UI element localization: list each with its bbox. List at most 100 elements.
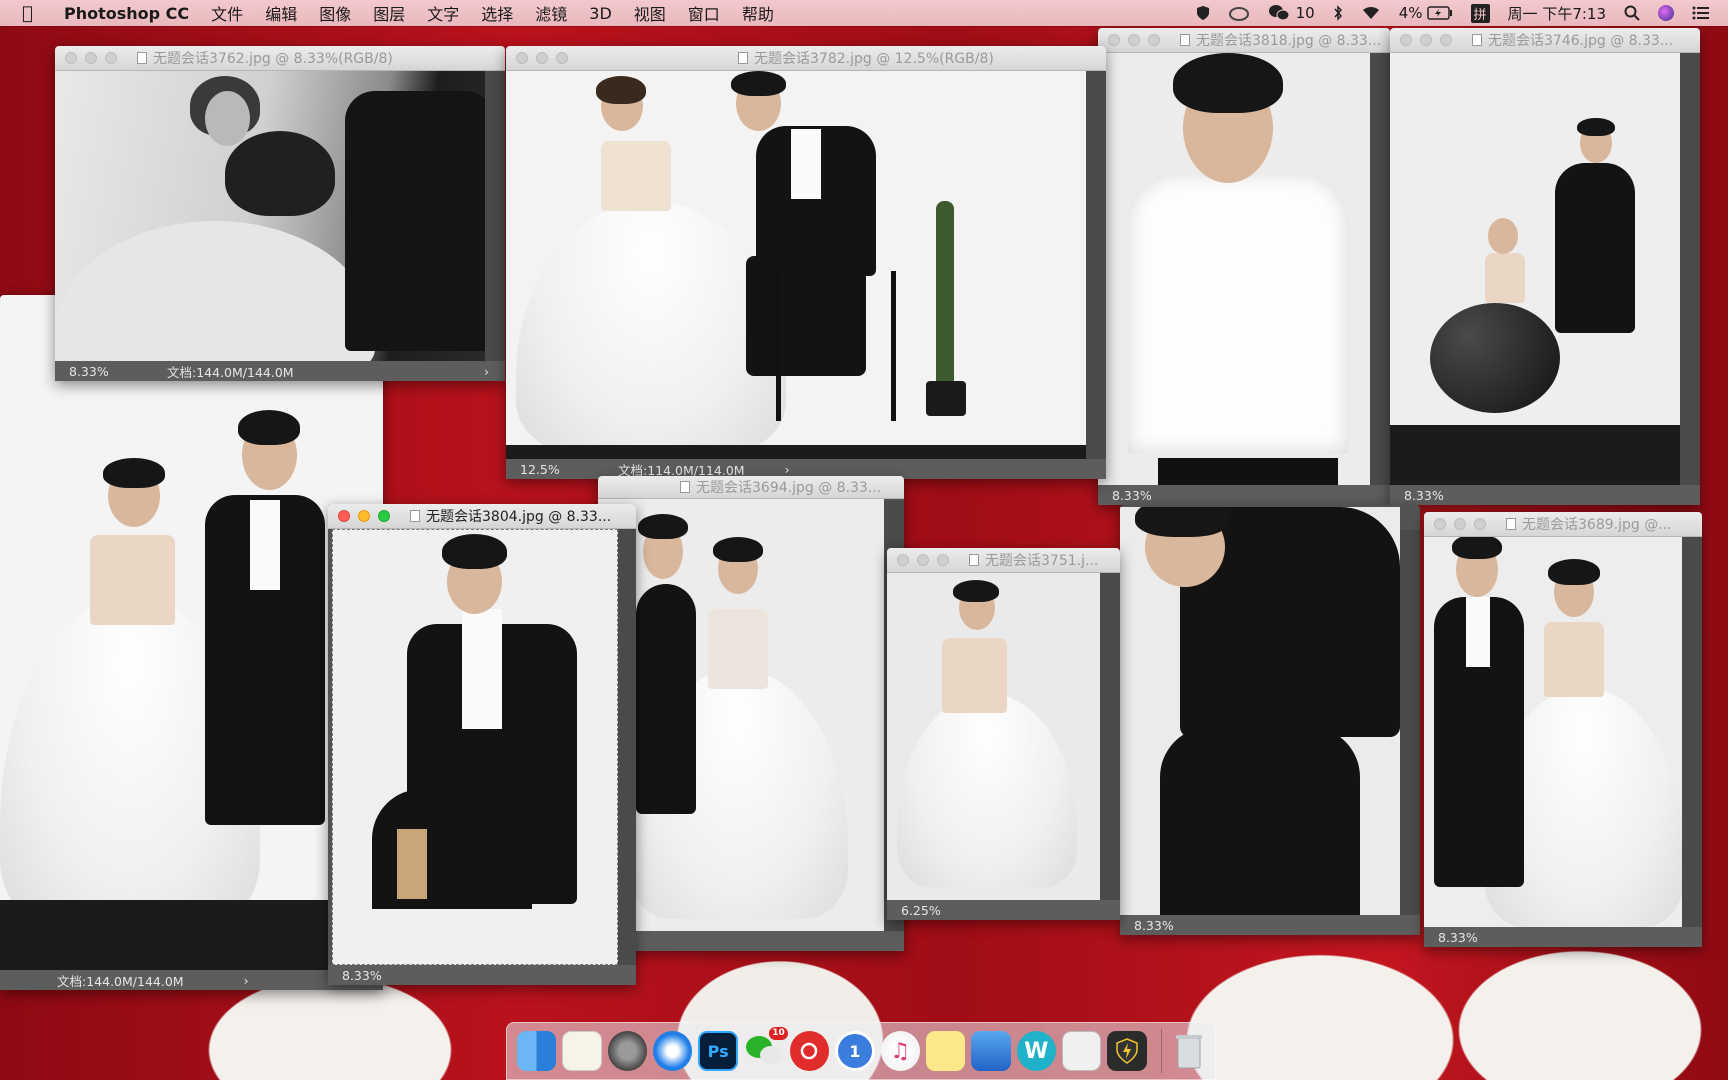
photo-window-3782[interactable]: 无题会话3782.jpg @ 12.5%(RGB/8) 12.5% 文档:114… — [506, 46, 1106, 479]
zoom-level[interactable]: 8.33% — [1112, 488, 1202, 503]
minimize-button[interactable] — [1128, 34, 1140, 46]
zoom-button[interactable] — [378, 510, 390, 522]
minimize-button[interactable] — [1420, 34, 1432, 46]
input-method[interactable]: 拼 — [1470, 3, 1490, 23]
vertical-scrollbar[interactable] — [1680, 53, 1700, 485]
window-title-bar[interactable]: 无题会话3694.jpg @ 8.33... — [598, 476, 904, 499]
shield-status-icon[interactable] — [1196, 5, 1210, 21]
zoom-level[interactable]: 8.33% — [1404, 488, 1494, 503]
close-button[interactable] — [1434, 518, 1446, 530]
spotlight-search-icon[interactable] — [1624, 5, 1640, 21]
netease-music-icon[interactable] — [789, 1031, 830, 1071]
photo-window-3751[interactable]: 无题会话3751.j... 6.25% — [887, 548, 1120, 920]
zoom-level[interactable]: 12.5% — [520, 462, 610, 477]
photo-window-3694[interactable]: 无题会话3694.jpg @ 8.33... % — [598, 476, 904, 951]
zoom-button[interactable] — [937, 554, 949, 566]
zoom-button[interactable] — [556, 52, 568, 64]
close-button[interactable] — [65, 52, 77, 64]
photo-window-3762[interactable]: 无题会话3762.jpg @ 8.33%(RGB/8) 8.33% 文档:144… — [55, 46, 505, 381]
photo-window-3746[interactable]: 无题会话3746.jpg @ 8.33... 8.33% — [1390, 28, 1700, 505]
close-button[interactable] — [897, 554, 909, 566]
window-title-bar[interactable]: 无题会话3689.jpg @... — [1424, 512, 1702, 537]
photo-canvas[interactable] — [1424, 537, 1682, 927]
minimize-button[interactable] — [358, 510, 370, 522]
zoom-level[interactable]: 8.33% — [1438, 930, 1528, 945]
system-preferences-icon[interactable] — [607, 1031, 648, 1071]
vertical-scrollbar[interactable] — [1400, 530, 1420, 915]
photo-canvas[interactable] — [1120, 507, 1400, 915]
photo-canvas[interactable] — [506, 71, 1086, 459]
window-title-bar[interactable]: 无题会话3782.jpg @ 12.5%(RGB/8) — [506, 46, 1106, 71]
zoom-level[interactable]: 8.33% — [69, 364, 159, 379]
window-title-bar[interactable]: 无题会话3762.jpg @ 8.33%(RGB/8) — [55, 46, 505, 71]
creative-cloud-icon[interactable] — [1228, 5, 1250, 21]
photo-canvas[interactable] — [887, 573, 1100, 900]
close-button[interactable] — [516, 52, 528, 64]
menu-3d[interactable]: 3D — [589, 4, 612, 23]
zoom-button[interactable] — [1474, 518, 1486, 530]
preview-icon[interactable] — [1061, 1031, 1102, 1071]
keynote-icon[interactable] — [971, 1031, 1011, 1071]
photoshop-icon[interactable]: Ps — [698, 1031, 738, 1071]
window-title-bar[interactable]: 无题会话3751.j... — [887, 548, 1120, 573]
menu-select[interactable]: 选择 — [481, 1, 513, 25]
close-button[interactable] — [1108, 34, 1120, 46]
menu-file[interactable]: 文件 — [211, 1, 243, 25]
battery-status[interactable]: 4% — [1399, 4, 1453, 22]
apple-menu-icon[interactable]:  — [22, 3, 48, 24]
vpn-shield-icon[interactable] — [1107, 1031, 1147, 1071]
minimize-button[interactable] — [1454, 518, 1466, 530]
photo-window-leaning-man[interactable]: 8.33% — [1120, 505, 1420, 935]
menu-help[interactable]: 帮助 — [742, 1, 774, 25]
safari-icon[interactable] — [653, 1031, 693, 1071]
photo-canvas[interactable] — [1390, 53, 1680, 485]
close-button[interactable] — [1400, 34, 1412, 46]
minimize-button[interactable] — [536, 52, 548, 64]
zoom-button[interactable] — [105, 52, 117, 64]
photo-window-3818[interactable]: 无题会话3818.jpg @ 8.33... 8.33% — [1098, 28, 1390, 505]
minimize-button[interactable] — [917, 554, 929, 566]
bluetooth-icon[interactable] — [1333, 5, 1343, 21]
status-menu-arrow[interactable]: › — [785, 462, 790, 477]
photo-canvas[interactable] — [1098, 53, 1370, 485]
menu-layer[interactable]: 图层 — [373, 1, 405, 25]
photo-canvas[interactable] — [0, 295, 383, 970]
trash-icon[interactable] — [1170, 1031, 1209, 1071]
siri-icon[interactable] — [1658, 5, 1674, 21]
photo-canvas[interactable] — [332, 529, 618, 965]
wifi-icon[interactable] — [1361, 5, 1381, 21]
menu-filter[interactable]: 滤镜 — [535, 1, 567, 25]
wechat-status[interactable]: 10 — [1268, 4, 1315, 22]
stickies-icon[interactable] — [925, 1031, 966, 1071]
menu-view[interactable]: 视图 — [634, 1, 666, 25]
photo-window-3689[interactable]: 无题会话3689.jpg @... 8.33% — [1424, 512, 1702, 947]
wechat-icon[interactable]: 10 — [744, 1027, 788, 1071]
zoom-level[interactable]: 8.33% — [342, 968, 432, 983]
vertical-scrollbar[interactable] — [485, 71, 505, 361]
vertical-scrollbar[interactable] — [1682, 537, 1702, 927]
notes-icon[interactable] — [562, 1031, 602, 1071]
zoom-button[interactable] — [1440, 34, 1452, 46]
window-title-bar[interactable]: 无题会话3818.jpg @ 8.33... — [1098, 28, 1390, 53]
app-menu[interactable]: Photoshop CC — [64, 4, 189, 23]
menu-image[interactable]: 图像 — [319, 1, 351, 25]
notification-center-icon[interactable] — [1692, 6, 1710, 20]
itunes-icon[interactable]: ♫ — [880, 1031, 920, 1071]
window-title-bar[interactable]: 无题会话3804.jpg @ 8.33... — [328, 504, 636, 529]
w-app-icon[interactable]: W — [1016, 1031, 1056, 1071]
photo-canvas[interactable] — [55, 71, 485, 361]
photo-window-3804[interactable]: 无题会话3804.jpg @ 8.33... 8.33% — [328, 504, 636, 985]
zoom-button[interactable] — [1148, 34, 1160, 46]
menu-edit[interactable]: 编辑 — [265, 1, 297, 25]
finder-icon[interactable] — [517, 1031, 557, 1071]
vertical-scrollbar[interactable] — [618, 529, 636, 965]
menu-clock[interactable]: 周一 下午7:13 — [1508, 3, 1606, 24]
window-title-bar[interactable]: 无题会话3746.jpg @ 8.33... — [1390, 28, 1700, 53]
photo-window-couple-left[interactable]: 文档:144.0M/144.0M › — [0, 295, 383, 990]
status-menu-arrow[interactable]: › — [484, 364, 489, 379]
zoom-level[interactable]: 6.25% — [901, 903, 991, 918]
menu-window[interactable]: 窗口 — [688, 1, 720, 25]
minimize-button[interactable] — [85, 52, 97, 64]
menu-type[interactable]: 文字 — [427, 1, 459, 25]
close-button[interactable] — [338, 510, 350, 522]
